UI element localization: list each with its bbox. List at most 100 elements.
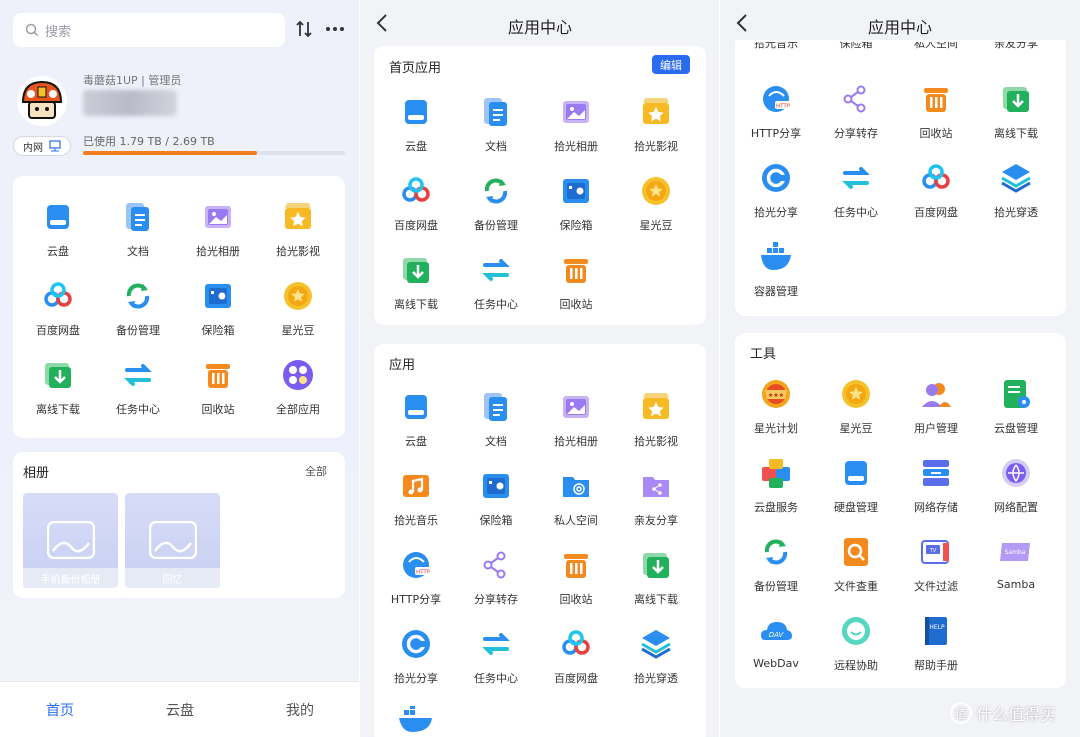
app-tile[interactable]: 拾光分享 [376, 627, 456, 706]
app-label: 回收站 [559, 593, 593, 606]
app-tile[interactable]: 拾光音乐 [376, 469, 456, 548]
app-tile[interactable]: 任务中心 [816, 161, 896, 240]
more-icon[interactable] [326, 26, 344, 32]
app-label: WebDav [753, 657, 799, 670]
album-tile[interactable]: 回忆 [125, 493, 220, 588]
app-tile[interactable]: 星光豆 [616, 174, 696, 253]
app-tile[interactable]: 回收站 [536, 548, 616, 627]
app-tile[interactable]: 远程协助 [816, 614, 896, 693]
app-tile[interactable]: 拾光相册 [536, 390, 616, 469]
app-tile[interactable]: 保险箱 [178, 279, 258, 358]
app-tile[interactable]: 分享转存 [816, 82, 896, 161]
app-tile[interactable]: 拾光影视 [616, 95, 696, 174]
app-tile[interactable]: 离线下载 [376, 253, 456, 332]
app-tile[interactable]: 任务中心 [98, 358, 178, 437]
app-label: 百度网盘 [554, 672, 598, 685]
app-tile[interactable]: 离线下载 [18, 358, 98, 437]
app-tile[interactable]: 备份管理 [98, 279, 178, 358]
app-tile[interactable]: ★★★ 星光计划 [736, 377, 816, 456]
app-tile[interactable]: 备份管理 [456, 174, 536, 253]
app-label: 拾光相册 [554, 435, 598, 448]
app-tile[interactable]: HELP 帮助手册 [896, 614, 976, 693]
app-tile[interactable]: 文档 [456, 390, 536, 469]
app-tile[interactable]: 百度网盘 [896, 161, 976, 240]
app-tile[interactable]: 文档 [98, 200, 178, 279]
album-tile[interactable]: 手机备份相册 [23, 493, 118, 588]
app-tile[interactable]: 保险箱 [536, 174, 616, 253]
app-tile[interactable]: 用户管理 [896, 377, 976, 456]
lan-badge[interactable]: 内网 [13, 136, 71, 156]
search-input[interactable]: 搜索 [13, 13, 285, 47]
app-tile[interactable]: 文档 [456, 95, 536, 174]
app-tile[interactable]: 云盘服务 [736, 456, 816, 535]
app-tile[interactable]: 文件查重 [816, 535, 896, 614]
app-tile[interactable]: 百度网盘 [376, 174, 456, 253]
app-tile[interactable]: 全部应用 [258, 358, 338, 437]
app-tile[interactable]: 拾光穿透 [976, 161, 1056, 240]
video-icon [639, 95, 673, 129]
app-label: 用户管理 [914, 422, 958, 435]
app-tile[interactable]: 离线下载 [976, 82, 1056, 161]
nav-me[interactable]: 我的 [240, 682, 360, 737]
app-tile[interactable]: 星光豆 [816, 377, 896, 456]
app-label[interactable]: 保险箱 [816, 42, 896, 54]
app-tile[interactable]: 备份管理 [736, 535, 816, 614]
app-tile[interactable]: 百度网盘 [18, 279, 98, 358]
app-label[interactable]: 亲友分享 [976, 42, 1056, 54]
storage-usage-text: 已使用 1.79 TB / 2.69 TB [83, 135, 215, 148]
app-tile[interactable]: 云盘管理 [976, 377, 1056, 456]
edit-button[interactable]: 编辑 [652, 55, 690, 74]
baidu-netdisk-icon [919, 161, 953, 195]
webdav-icon: DAV [759, 614, 793, 648]
nav-home[interactable]: 首页 [0, 682, 120, 737]
file-filter-icon: TV [919, 535, 953, 569]
app-tile[interactable]: 云盘 [376, 390, 456, 469]
docker-icon[interactable] [398, 704, 434, 736]
app-tile[interactable]: 亲友分享 [616, 469, 696, 548]
app-tile[interactable]: 百度网盘 [536, 627, 616, 706]
app-label: 云盘 [405, 140, 427, 153]
sort-icon[interactable] [296, 20, 312, 38]
app-tile[interactable]: 拾光相册 [178, 200, 258, 279]
avatar[interactable] [17, 76, 67, 126]
offline-download-icon [999, 82, 1033, 116]
app-tile[interactable]: 回收站 [178, 358, 258, 437]
safe-icon [201, 279, 235, 313]
offline-download-icon [399, 253, 433, 287]
album-all-link[interactable]: 全部 [305, 463, 327, 479]
nav-drive[interactable]: 云盘 [120, 682, 240, 737]
svg-text:★★★: ★★★ [768, 392, 784, 399]
app-tile[interactable]: 离线下载 [616, 548, 696, 627]
app-tile[interactable]: 拾光影视 [616, 390, 696, 469]
app-tile[interactable]: 网络存储 [896, 456, 976, 535]
app-tile[interactable]: 星光豆 [258, 279, 338, 358]
app-tile[interactable]: Samba Samba [976, 535, 1056, 614]
app-tile[interactable]: 任务中心 [456, 253, 536, 332]
app-tile[interactable]: 保险箱 [456, 469, 536, 548]
app-tile[interactable]: DAV WebDav [736, 614, 816, 693]
app-tile[interactable]: 拾光相册 [536, 95, 616, 174]
app-tile[interactable]: 拾光影视 [258, 200, 338, 279]
app-label[interactable]: 拾光音乐 [736, 42, 816, 54]
app-tile[interactable]: 容器管理 [736, 240, 816, 319]
star-bean-icon [639, 174, 673, 208]
app-label: 文件过滤 [914, 580, 958, 593]
app-tile[interactable]: 云盘 [18, 200, 98, 279]
app-tile[interactable]: HTTP HTTP分享 [376, 548, 456, 627]
app-label[interactable]: 私人空间 [896, 42, 976, 54]
app-label: 全部应用 [276, 403, 320, 416]
app-tile[interactable]: 任务中心 [456, 627, 536, 706]
app-tile[interactable]: 分享转存 [456, 548, 536, 627]
app-tile[interactable]: 云盘 [376, 95, 456, 174]
app-tile[interactable]: 拾光分享 [736, 161, 816, 240]
app-tile[interactable]: HTTP HTTP分享 [736, 82, 816, 161]
app-tile[interactable]: 私人空间 [536, 469, 616, 548]
app-tile[interactable]: 硬盘管理 [816, 456, 896, 535]
app-tile[interactable]: 拾光穿透 [616, 627, 696, 706]
app-label: 拾光分享 [754, 206, 798, 219]
app-tile[interactable]: TV 文件过滤 [896, 535, 976, 614]
app-tile[interactable]: 网络配置 [976, 456, 1056, 535]
app-tile[interactable]: 回收站 [536, 253, 616, 332]
app-label: 拾光影视 [276, 245, 320, 258]
app-tile[interactable]: 回收站 [896, 82, 976, 161]
